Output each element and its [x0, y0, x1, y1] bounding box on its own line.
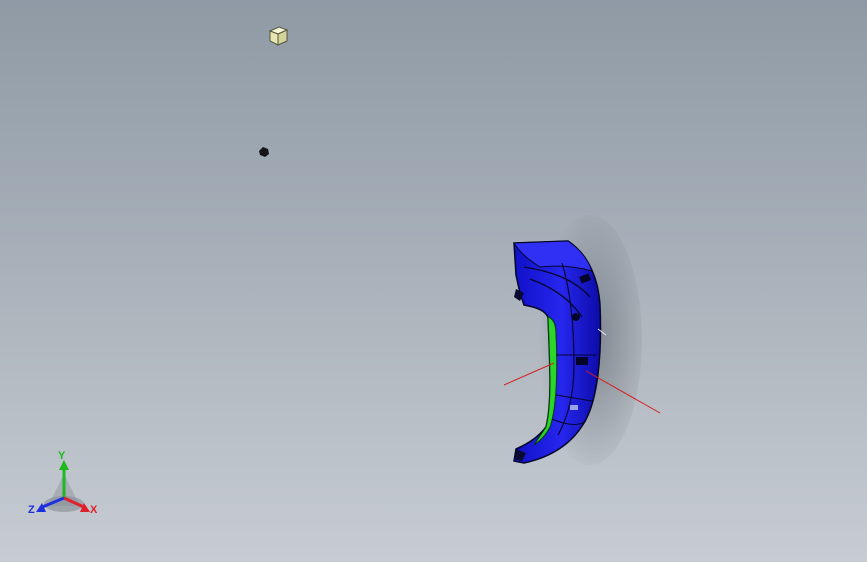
x-axis-label: X — [90, 504, 98, 516]
z-axis-label: Z — [28, 504, 35, 516]
sensor-opening — [576, 357, 588, 365]
graphics-viewport[interactable]: Y X Z — [0, 0, 867, 562]
coordinate-triad-icon: Y X Z — [24, 446, 104, 522]
clip-detail — [570, 405, 578, 410]
view-cube-icon[interactable] — [266, 25, 290, 47]
mount-hole — [572, 313, 580, 321]
y-axis-label: Y — [58, 450, 66, 462]
origin-marker-icon — [259, 147, 269, 157]
bumper-part[interactable] — [490, 205, 680, 485]
